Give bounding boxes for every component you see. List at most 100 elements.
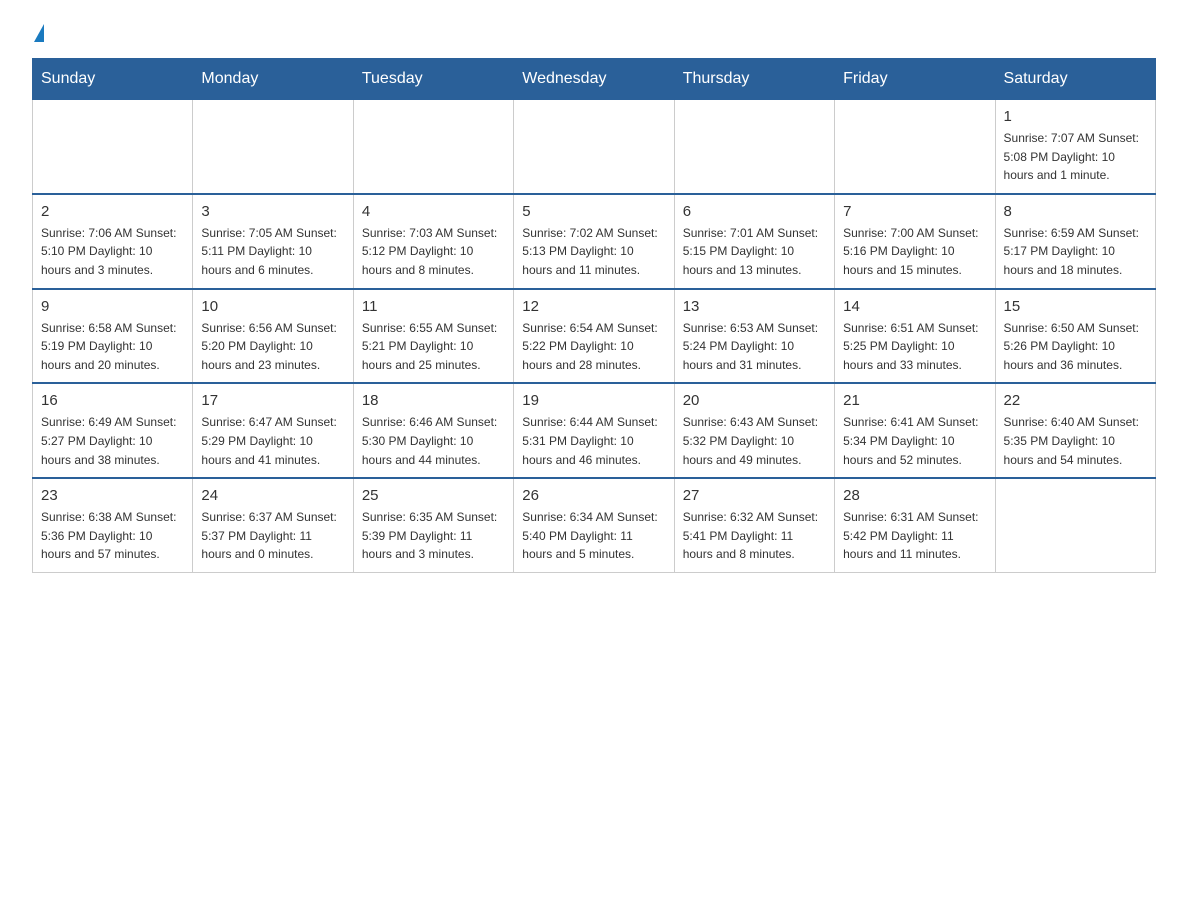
day-info: Sunrise: 6:55 AM Sunset: 5:21 PM Dayligh… bbox=[362, 319, 505, 375]
calendar-cell: 19 Sunrise: 6:44 AM Sunset: 5:31 PM Dayli… bbox=[514, 383, 674, 478]
page-header bbox=[32, 24, 1156, 42]
day-info: Sunrise: 6:31 AM Sunset: 5:42 PM Dayligh… bbox=[843, 508, 986, 564]
day-number: 25 bbox=[362, 487, 505, 504]
calendar-cell: 23 Sunrise: 6:38 AM Sunset: 5:36 PM Dayli… bbox=[33, 478, 193, 572]
day-number: 6 bbox=[683, 203, 826, 220]
calendar-cell: 18 Sunrise: 6:46 AM Sunset: 5:30 PM Dayli… bbox=[353, 383, 513, 478]
day-number: 3 bbox=[201, 203, 344, 220]
weekday-header-wednesday: Wednesday bbox=[514, 59, 674, 99]
day-number: 19 bbox=[522, 392, 665, 409]
calendar-cell bbox=[995, 478, 1155, 572]
calendar-cell: 12Sunrise: 6:54 AM Sunset: 5:22 PM Dayli… bbox=[514, 289, 674, 384]
day-info: Sunrise: 7:06 AM Sunset: 5:10 PM Dayligh… bbox=[41, 224, 184, 280]
day-info: Sunrise: 6:54 AM Sunset: 5:22 PM Dayligh… bbox=[522, 319, 665, 375]
calendar-cell: 2 Sunrise: 7:06 AM Sunset: 5:10 PM Daylig… bbox=[33, 194, 193, 289]
calendar-cell bbox=[193, 99, 353, 194]
day-info: Sunrise: 6:40 AM Sunset: 5:35 PM Dayligh… bbox=[1004, 413, 1147, 469]
calendar-cell bbox=[835, 99, 995, 194]
calendar-cell: 6 Sunrise: 7:01 AM Sunset: 5:15 PM Daylig… bbox=[674, 194, 834, 289]
day-info: Sunrise: 6:37 AM Sunset: 5:37 PM Dayligh… bbox=[201, 508, 344, 564]
calendar-table: SundayMondayTuesdayWednesdayThursdayFrid… bbox=[32, 58, 1156, 573]
day-number: 1 bbox=[1004, 108, 1147, 125]
weekday-header-friday: Friday bbox=[835, 59, 995, 99]
day-number: 21 bbox=[843, 392, 986, 409]
logo bbox=[32, 24, 44, 42]
day-number: 24 bbox=[201, 487, 344, 504]
weekday-header-thursday: Thursday bbox=[674, 59, 834, 99]
calendar-cell: 11 Sunrise: 6:55 AM Sunset: 5:21 PM Dayli… bbox=[353, 289, 513, 384]
calendar-cell: 1 Sunrise: 7:07 AM Sunset: 5:08 PM Daylig… bbox=[995, 99, 1155, 194]
day-number: 7 bbox=[843, 203, 986, 220]
calendar-cell: 10 Sunrise: 6:56 AM Sunset: 5:20 PM Dayli… bbox=[193, 289, 353, 384]
calendar-cell: 28 Sunrise: 6:31 AM Sunset: 5:42 PM Dayli… bbox=[835, 478, 995, 572]
day-number: 14 bbox=[843, 298, 986, 315]
day-info: Sunrise: 7:05 AM Sunset: 5:11 PM Dayligh… bbox=[201, 224, 344, 280]
day-info: Sunrise: 7:01 AM Sunset: 5:15 PM Dayligh… bbox=[683, 224, 826, 280]
day-number: 11 bbox=[362, 298, 505, 315]
day-info: Sunrise: 6:51 AM Sunset: 5:25 PM Dayligh… bbox=[843, 319, 986, 375]
calendar-cell: 13 Sunrise: 6:53 AM Sunset: 5:24 PM Dayli… bbox=[674, 289, 834, 384]
calendar-cell bbox=[33, 99, 193, 194]
day-number: 9 bbox=[41, 298, 184, 315]
day-info: Sunrise: 7:02 AM Sunset: 5:13 PM Dayligh… bbox=[522, 224, 665, 280]
day-info: Sunrise: 6:34 AM Sunset: 5:40 PM Dayligh… bbox=[522, 508, 665, 564]
day-info: Sunrise: 6:53 AM Sunset: 5:24 PM Dayligh… bbox=[683, 319, 826, 375]
day-info: Sunrise: 6:59 AM Sunset: 5:17 PM Dayligh… bbox=[1004, 224, 1147, 280]
calendar-cell bbox=[353, 99, 513, 194]
calendar-cell: 27 Sunrise: 6:32 AM Sunset: 5:41 PM Dayli… bbox=[674, 478, 834, 572]
calendar-cell: 8Sunrise: 6:59 AM Sunset: 5:17 PM Daylig… bbox=[995, 194, 1155, 289]
day-info: Sunrise: 6:56 AM Sunset: 5:20 PM Dayligh… bbox=[201, 319, 344, 375]
day-info: Sunrise: 6:41 AM Sunset: 5:34 PM Dayligh… bbox=[843, 413, 986, 469]
calendar-cell: 3 Sunrise: 7:05 AM Sunset: 5:11 PM Daylig… bbox=[193, 194, 353, 289]
calendar-cell: 20 Sunrise: 6:43 AM Sunset: 5:32 PM Dayli… bbox=[674, 383, 834, 478]
day-info: Sunrise: 6:38 AM Sunset: 5:36 PM Dayligh… bbox=[41, 508, 184, 564]
calendar-cell: 4 Sunrise: 7:03 AM Sunset: 5:12 PM Daylig… bbox=[353, 194, 513, 289]
calendar-cell: 21 Sunrise: 6:41 AM Sunset: 5:34 PM Dayli… bbox=[835, 383, 995, 478]
calendar-cell: 9 Sunrise: 6:58 AM Sunset: 5:19 PM Daylig… bbox=[33, 289, 193, 384]
day-info: Sunrise: 6:44 AM Sunset: 5:31 PM Dayligh… bbox=[522, 413, 665, 469]
weekday-header-tuesday: Tuesday bbox=[353, 59, 513, 99]
day-number: 5 bbox=[522, 203, 665, 220]
calendar-cell: 22 Sunrise: 6:40 AM Sunset: 5:35 PM Dayli… bbox=[995, 383, 1155, 478]
calendar-week-row: 2 Sunrise: 7:06 AM Sunset: 5:10 PM Daylig… bbox=[33, 194, 1156, 289]
day-info: Sunrise: 6:46 AM Sunset: 5:30 PM Dayligh… bbox=[362, 413, 505, 469]
calendar-week-row: 1 Sunrise: 7:07 AM Sunset: 5:08 PM Daylig… bbox=[33, 99, 1156, 194]
calendar-week-row: 16 Sunrise: 6:49 AM Sunset: 5:27 PM Dayli… bbox=[33, 383, 1156, 478]
day-info: Sunrise: 6:43 AM Sunset: 5:32 PM Dayligh… bbox=[683, 413, 826, 469]
calendar-cell: 26 Sunrise: 6:34 AM Sunset: 5:40 PM Dayli… bbox=[514, 478, 674, 572]
day-number: 26 bbox=[522, 487, 665, 504]
day-info: Sunrise: 6:50 AM Sunset: 5:26 PM Dayligh… bbox=[1004, 319, 1147, 375]
day-number: 10 bbox=[201, 298, 344, 315]
calendar-cell: 16 Sunrise: 6:49 AM Sunset: 5:27 PM Dayli… bbox=[33, 383, 193, 478]
day-number: 22 bbox=[1004, 392, 1147, 409]
calendar-cell: 14 Sunrise: 6:51 AM Sunset: 5:25 PM Dayli… bbox=[835, 289, 995, 384]
logo-triangle-icon bbox=[34, 24, 44, 42]
day-info: Sunrise: 6:35 AM Sunset: 5:39 PM Dayligh… bbox=[362, 508, 505, 564]
calendar-week-row: 23 Sunrise: 6:38 AM Sunset: 5:36 PM Dayli… bbox=[33, 478, 1156, 572]
day-number: 15 bbox=[1004, 298, 1147, 315]
day-number: 13 bbox=[683, 298, 826, 315]
calendar-week-row: 9 Sunrise: 6:58 AM Sunset: 5:19 PM Daylig… bbox=[33, 289, 1156, 384]
calendar-cell: 25 Sunrise: 6:35 AM Sunset: 5:39 PM Dayli… bbox=[353, 478, 513, 572]
day-number: 4 bbox=[362, 203, 505, 220]
day-info: Sunrise: 6:47 AM Sunset: 5:29 PM Dayligh… bbox=[201, 413, 344, 469]
day-number: 18 bbox=[362, 392, 505, 409]
calendar-cell bbox=[674, 99, 834, 194]
calendar-cell bbox=[514, 99, 674, 194]
calendar-header-row: SundayMondayTuesdayWednesdayThursdayFrid… bbox=[33, 59, 1156, 99]
day-info: Sunrise: 6:32 AM Sunset: 5:41 PM Dayligh… bbox=[683, 508, 826, 564]
day-number: 28 bbox=[843, 487, 986, 504]
day-number: 23 bbox=[41, 487, 184, 504]
day-number: 17 bbox=[201, 392, 344, 409]
day-info: Sunrise: 7:00 AM Sunset: 5:16 PM Dayligh… bbox=[843, 224, 986, 280]
day-info: Sunrise: 7:03 AM Sunset: 5:12 PM Dayligh… bbox=[362, 224, 505, 280]
day-number: 2 bbox=[41, 203, 184, 220]
calendar-cell: 7 Sunrise: 7:00 AM Sunset: 5:16 PM Daylig… bbox=[835, 194, 995, 289]
day-info: Sunrise: 7:07 AM Sunset: 5:08 PM Dayligh… bbox=[1004, 129, 1147, 185]
day-info: Sunrise: 6:58 AM Sunset: 5:19 PM Dayligh… bbox=[41, 319, 184, 375]
day-info: Sunrise: 6:49 AM Sunset: 5:27 PM Dayligh… bbox=[41, 413, 184, 469]
day-number: 27 bbox=[683, 487, 826, 504]
day-number: 20 bbox=[683, 392, 826, 409]
day-number: 16 bbox=[41, 392, 184, 409]
calendar-cell: 17 Sunrise: 6:47 AM Sunset: 5:29 PM Dayli… bbox=[193, 383, 353, 478]
